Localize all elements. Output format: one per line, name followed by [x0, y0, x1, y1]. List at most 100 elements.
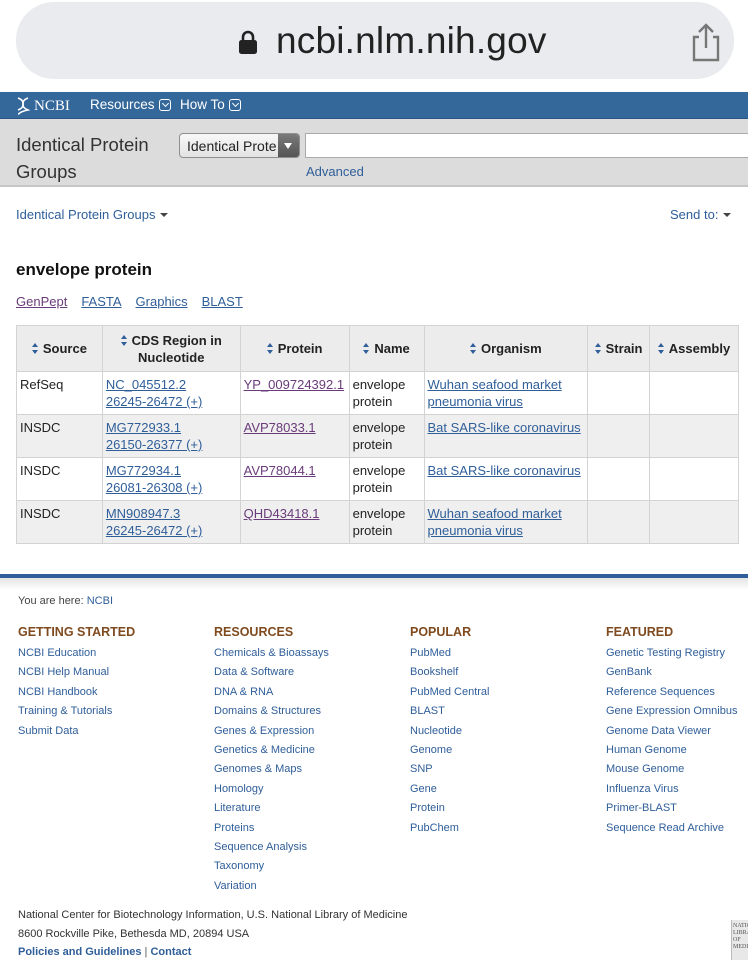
column-header-assembly[interactable]: Assembly	[649, 325, 739, 372]
strain-cell	[587, 371, 651, 415]
nlm-logo[interactable]: NATIONAL LIBRARY OF MEDICINE	[731, 920, 748, 960]
footer-link[interactable]: Data & Software	[214, 663, 329, 682]
assembly-cell	[649, 500, 739, 544]
cds-accession-link[interactable]: MN908947.3	[106, 506, 180, 521]
footer-link[interactable]: Sequence Analysis	[214, 838, 329, 857]
footer-link[interactable]: Domains & Structures	[214, 702, 329, 721]
footer-link[interactable]: Taxonomy	[214, 857, 329, 876]
address-bar[interactable]: ncbi.nlm.nih.gov	[16, 2, 734, 79]
footer-link[interactable]: Nucleotide	[410, 722, 490, 741]
footer-link[interactable]: PubMed Central	[410, 683, 490, 702]
footer-link[interactable]: Bookshelf	[410, 663, 490, 682]
footer-link[interactable]: Chemicals & Bioassays	[214, 644, 329, 663]
cds-range-link[interactable]: 26150-26377 (+)	[106, 437, 203, 452]
cds-accession-link[interactable]: MG772933.1	[106, 420, 181, 435]
footer-link[interactable]: Variation	[214, 877, 329, 896]
footer-link[interactable]: Protein	[410, 799, 490, 818]
database-title: Identical Protein Groups	[16, 134, 149, 182]
column-header-protein[interactable]: Protein	[239, 325, 350, 372]
footer-link[interactable]: Sequence Read Archive	[606, 819, 737, 838]
format-links: GenPept FASTA Graphics BLAST	[16, 294, 243, 309]
organism-link[interactable]: Bat SARS-like coronavirus	[428, 463, 581, 478]
share-icon[interactable]	[690, 22, 722, 62]
protein-link[interactable]: QHD43418.1	[244, 506, 320, 521]
you-are-here-link[interactable]: NCBI	[87, 595, 113, 607]
footer-heading: RESOURCES	[214, 625, 294, 639]
send-to-menu[interactable]: Send to:	[670, 207, 732, 222]
genpept-link[interactable]: GenPept	[16, 294, 67, 309]
source-cell: RefSeq	[16, 371, 103, 415]
blast-link[interactable]: BLAST	[202, 294, 243, 309]
table-row: INSDC MG772934.1 26081-26308 (+) AVP78044…	[16, 457, 739, 501]
footer-link[interactable]: BLAST	[410, 702, 490, 721]
search-input[interactable]	[305, 133, 748, 158]
footer-link[interactable]: Genome	[410, 741, 490, 760]
protein-link[interactable]: AVP78044.1	[244, 463, 316, 478]
cds-range-link[interactable]: 26245-26472 (+)	[106, 523, 203, 538]
search-bar: Identical Protein Groups Identical Prote…	[0, 119, 748, 187]
organism-link[interactable]: Wuhan seafood market pneumonia virus	[428, 377, 562, 409]
footer-heading: GETTING STARTED	[18, 625, 136, 639]
cds-accession-link[interactable]: NC_045512.2	[106, 377, 186, 392]
footer-link[interactable]: Genomes & Maps	[214, 760, 329, 779]
footer-link[interactable]: Training & Tutorials	[18, 702, 135, 721]
footer-link[interactable]: PubChem	[410, 819, 490, 838]
cds-range-link[interactable]: 26245-26472 (+)	[106, 394, 203, 409]
database-select[interactable]: Identical Protein Groups	[179, 133, 300, 158]
footer-link[interactable]: DNA & RNA	[214, 683, 329, 702]
resources-menu-label: Resources	[90, 97, 155, 112]
footer-link[interactable]: Human Genome	[606, 741, 737, 760]
column-label: CDS Region in Nucleotide	[131, 332, 222, 365]
advanced-search-link[interactable]: Advanced	[306, 164, 364, 179]
footer-link[interactable]: Proteins	[214, 819, 329, 838]
graphics-link[interactable]: Graphics	[136, 294, 188, 309]
contact-link[interactable]: Contact	[150, 946, 191, 958]
footer-link[interactable]: NCBI Help Manual	[18, 663, 135, 682]
helix-icon	[17, 97, 30, 115]
database-breadcrumb[interactable]: Identical Protein Groups	[16, 207, 169, 222]
cds-range-link[interactable]: 26081-26308 (+)	[106, 480, 203, 495]
footer-link[interactable]: SNP	[410, 760, 490, 779]
protein-link[interactable]: AVP78033.1	[244, 420, 316, 435]
sort-icon	[657, 343, 665, 354]
column-header-organism[interactable]: Organism	[423, 325, 589, 372]
footer-link[interactable]: Genome Data Viewer	[606, 722, 737, 741]
how-to-menu[interactable]: How To	[180, 97, 241, 112]
fasta-link[interactable]: FASTA	[81, 294, 121, 309]
footer-link[interactable]: GenBank	[606, 663, 737, 682]
name-cell: envelope protein	[348, 414, 425, 458]
footer-link[interactable]: Gene	[410, 780, 490, 799]
address-line: 8600 Rockville Pike, Bethesda MD, 20894 …	[18, 927, 250, 940]
footer-link[interactable]: Homology	[214, 780, 329, 799]
footer-link[interactable]: PubMed	[410, 644, 490, 663]
column-header-strain[interactable]: Strain	[587, 325, 651, 372]
organism-link[interactable]: Bat SARS-like coronavirus	[428, 420, 581, 435]
footer-link[interactable]: NCBI Handbook	[18, 683, 135, 702]
footer-link[interactable]: Primer-BLAST	[606, 799, 737, 818]
cds-accession-link[interactable]: MG772934.1	[106, 463, 181, 478]
sort-icon	[594, 343, 602, 354]
strain-cell	[587, 500, 651, 544]
footer-link[interactable]: Genetic Testing Registry	[606, 644, 737, 663]
footer-link[interactable]: Submit Data	[18, 722, 135, 741]
resources-menu[interactable]: Resources	[90, 97, 171, 112]
protein-link[interactable]: YP_009724392.1	[244, 377, 344, 392]
column-header-name[interactable]: Name	[348, 325, 425, 372]
caret-down-icon	[723, 212, 732, 217]
organism-link[interactable]: Wuhan seafood market pneumonia virus	[428, 506, 562, 538]
protein-cell: YP_009724392.1	[239, 371, 350, 415]
column-header-cds-region[interactable]: CDS Region in Nucleotide	[101, 325, 241, 372]
footer-link[interactable]: Gene Expression Omnibus	[606, 702, 737, 721]
footer-link[interactable]: Influenza Virus	[606, 780, 737, 799]
footer-link[interactable]: Reference Sequences	[606, 683, 737, 702]
column-header-source[interactable]: Source	[16, 325, 103, 372]
policies-link[interactable]: Policies and Guidelines	[18, 946, 141, 958]
footer-link[interactable]: Genes & Expression	[214, 722, 329, 741]
footer-link[interactable]: Literature	[214, 799, 329, 818]
ncbi-logo[interactable]: NCBI	[16, 96, 70, 116]
footer-link[interactable]: Mouse Genome	[606, 760, 737, 779]
footer-link[interactable]: NCBI Education	[18, 644, 135, 663]
protein-cell: AVP78033.1	[239, 414, 350, 458]
cds-region-cell: MG772933.1 26150-26377 (+)	[101, 414, 241, 458]
footer-link[interactable]: Genetics & Medicine	[214, 741, 329, 760]
